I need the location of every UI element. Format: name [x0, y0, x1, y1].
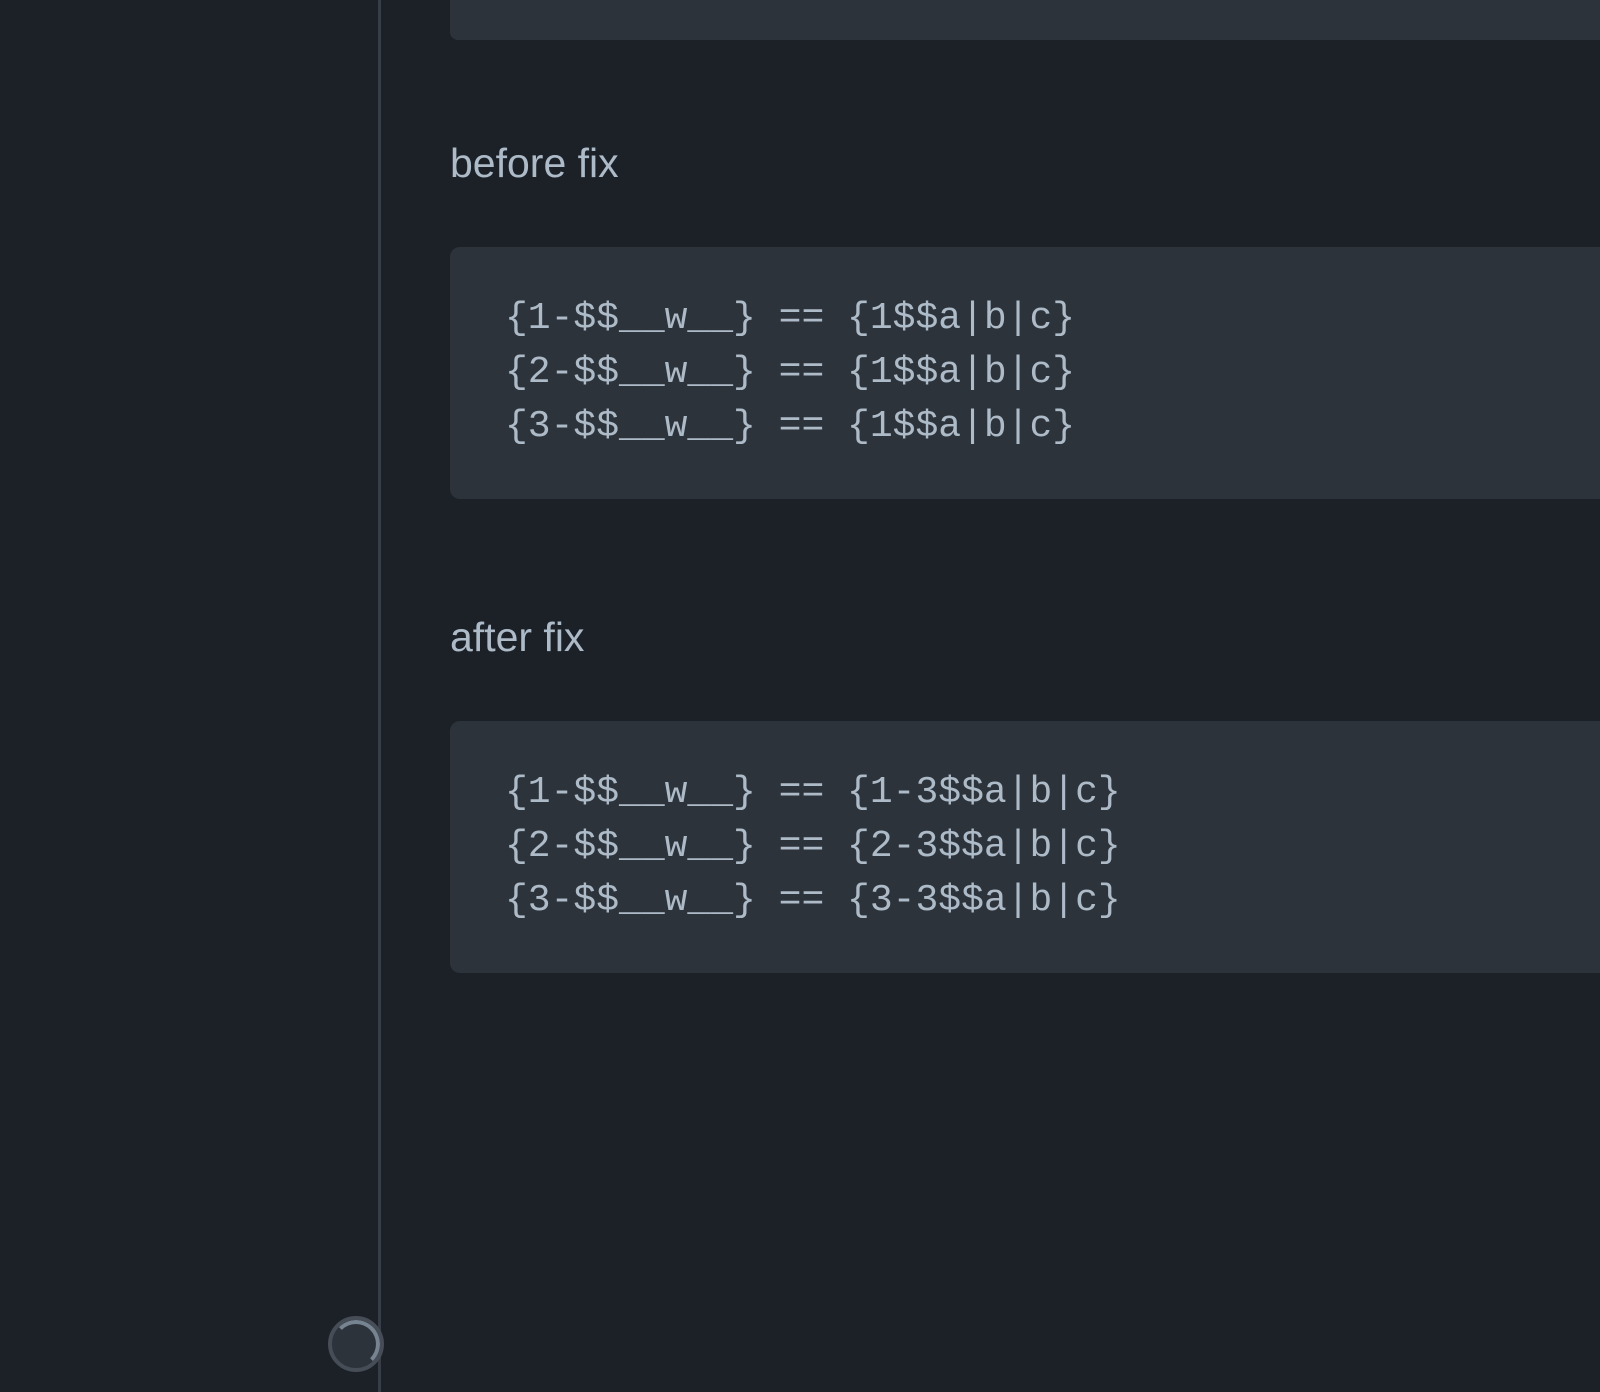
timeline-line [378, 0, 381, 1392]
left-gutter [0, 0, 380, 1392]
comment-container: before fix {1-$$__w__} == {1$$a|b|c} {2-… [0, 0, 1600, 1392]
avatar-loading-icon [332, 1320, 380, 1368]
comment-content: before fix {1-$$__w__} == {1$$a|b|c} {2-… [380, 0, 1600, 1392]
user-avatar[interactable] [328, 1316, 384, 1372]
code-line: {2-$$__w__} == {2-3$$a|b|c} [505, 820, 1565, 874]
before-fix-code-block[interactable]: {1-$$__w__} == {1$$a|b|c} {2-$$__w__} ==… [450, 247, 1600, 499]
code-line: {1-$$__w__} == {1$$a|b|c} [505, 292, 1565, 346]
code-line: {3-$$__w__} == {3-3$$a|b|c} [505, 874, 1565, 928]
code-line: {1-$$__w__} == {1-3$$a|b|c} [505, 766, 1565, 820]
avatar-container [328, 1316, 384, 1372]
after-fix-code-block[interactable]: {1-$$__w__} == {1-3$$a|b|c} {2-$$__w__} … [450, 721, 1600, 973]
code-line: {3-$$__w__} == {1$$a|b|c} [505, 400, 1565, 454]
code-block-partial-top [450, 0, 1600, 40]
before-fix-label: before fix [450, 140, 1600, 187]
after-fix-label: after fix [450, 614, 1600, 661]
code-line: {2-$$__w__} == {1$$a|b|c} [505, 346, 1565, 400]
